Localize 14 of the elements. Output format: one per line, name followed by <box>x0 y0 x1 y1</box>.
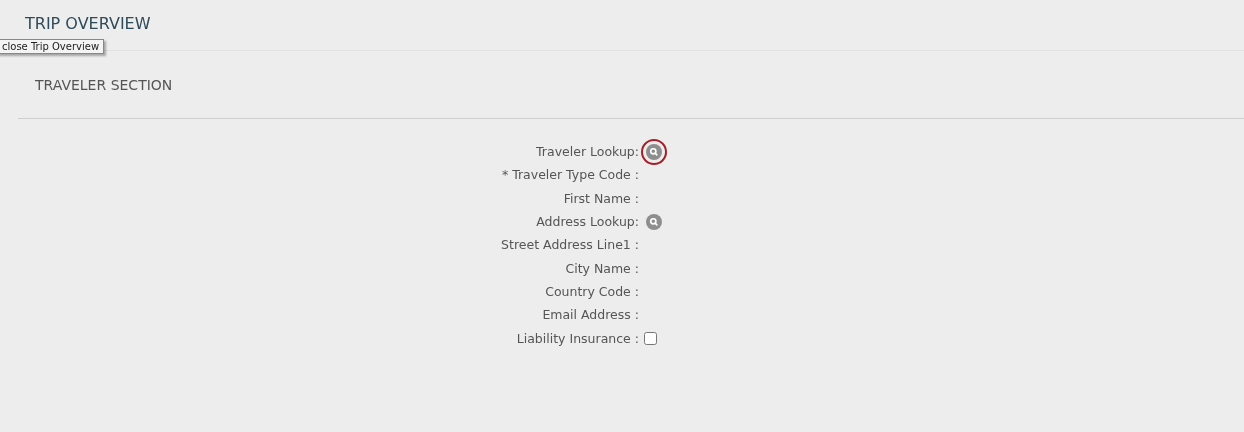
field-label: Address Lookup: <box>535 214 639 230</box>
page-title: TRIP OVERVIEW <box>25 14 151 33</box>
search-icon[interactable] <box>641 138 667 165</box>
field-label: Traveler Lookup: <box>535 144 639 160</box>
field-label: Country Code : <box>544 283 639 299</box>
field-label: Street Address Line1 : <box>500 237 639 253</box>
tooltip: close Trip Overview <box>0 39 105 54</box>
checkbox[interactable] <box>644 331 657 345</box>
field-label: Email Address : <box>541 307 639 323</box>
field-label: City Name : <box>564 260 639 276</box>
field-label: Liability Insurance : <box>515 330 639 346</box>
field-label: First Name : <box>562 190 639 206</box>
section-title: TRAVELER SECTION <box>35 76 173 93</box>
field-label: * Traveler Type Code : <box>500 167 639 183</box>
